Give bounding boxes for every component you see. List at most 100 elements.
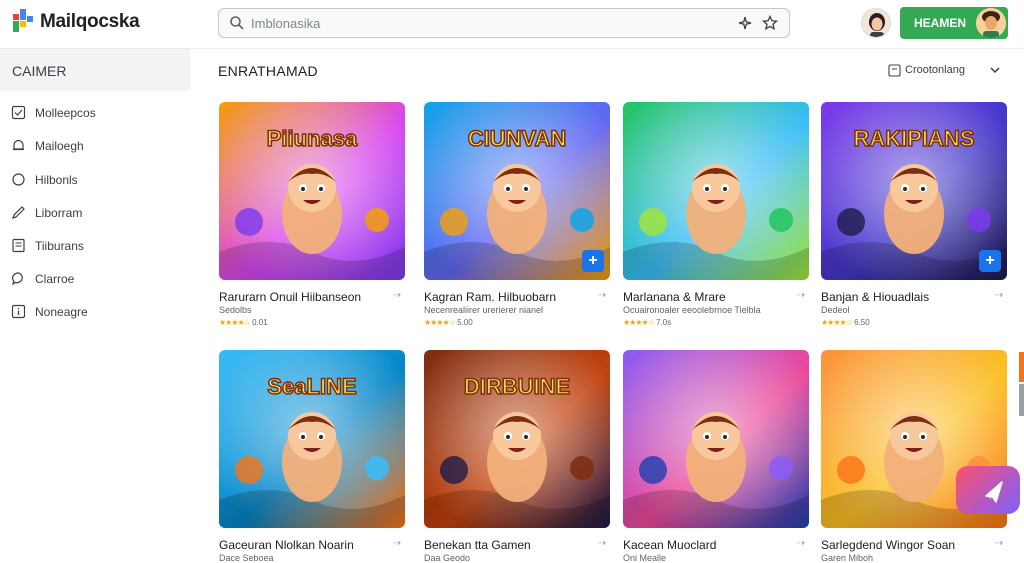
art-title: CIUNVAN: [468, 126, 567, 151]
game-thumbnail[interactable]: CIUNVAN +: [424, 102, 610, 280]
sidebar-item-1[interactable]: Molleepcos: [0, 99, 190, 127]
sort-label: Crootonlang: [905, 64, 965, 76]
game-rating: ★★★★☆ 7.0s: [623, 318, 671, 327]
game-rating: ★★★★☆ 6.50: [821, 318, 870, 327]
bell-icon: [13, 139, 24, 151]
game-artwork: [623, 350, 809, 528]
rating-value: 7.0s: [656, 318, 672, 327]
sparkle-icon[interactable]: [737, 15, 753, 31]
rating-stars: ★★★★☆: [623, 318, 655, 327]
game-title[interactable]: Kagran Ram. Hilbuobarn: [424, 290, 556, 304]
game-title[interactable]: Banjan & Hiouadlais: [821, 290, 929, 304]
art-title: Piiunasa: [267, 126, 358, 151]
send-icon: [985, 481, 1003, 503]
more-icon[interactable]: ⇢: [797, 538, 805, 549]
sidebar-item-label: Mailoegh: [35, 139, 84, 153]
rating-stars: ★★★★☆: [219, 318, 251, 327]
game-artwork: SeaLINE: [219, 350, 405, 528]
sidebar-heading-label: CAIMER: [12, 63, 67, 79]
game-artwork: [623, 102, 809, 280]
chevron-down-icon: [990, 67, 1000, 74]
game-title[interactable]: Rarurarn Onuil Hiibanseon: [219, 290, 361, 304]
game-subtitle: Dace Seboea: [219, 553, 274, 563]
search-icon: [230, 16, 244, 30]
scroll-marker[interactable]: [1019, 352, 1024, 382]
chat-icon: [11, 272, 23, 286]
game-title[interactable]: Benekan tta Gamen: [424, 538, 531, 552]
game-rating: ★★★★☆ 5.00: [424, 318, 473, 327]
more-icon[interactable]: ⇢: [598, 290, 606, 301]
search-input[interactable]: [251, 13, 731, 33]
game-thumbnail[interactable]: RAKIPIANS +: [821, 102, 1007, 280]
checklist-icon: [11, 105, 26, 120]
rating-value: 6.50: [854, 318, 870, 327]
rating-stars: ★★★★☆: [424, 318, 456, 327]
sort-dropdown[interactable]: Crootonlang: [888, 61, 1008, 81]
section-title: ENRATHAMAD: [218, 63, 318, 79]
more-icon[interactable]: ⇢: [995, 290, 1003, 301]
calendar-icon: [888, 64, 901, 77]
document-icon: [12, 238, 25, 253]
add-icon[interactable]: +: [979, 250, 1001, 272]
user-avatar[interactable]: [861, 8, 891, 38]
pen-icon: [12, 206, 25, 219]
app-name: Mailqocska: [40, 11, 140, 32]
search-bar[interactable]: [218, 8, 790, 38]
primary-action-label: HEAMEN: [914, 16, 967, 30]
primary-action-button[interactable]: HEAMEN: [900, 7, 1008, 39]
star-icon[interactable]: [762, 15, 778, 31]
add-icon[interactable]: +: [582, 250, 604, 272]
more-icon[interactable]: ⇢: [393, 290, 401, 301]
rating-stars: ★★★★☆: [821, 318, 853, 327]
more-icon[interactable]: ⇢: [797, 290, 805, 301]
game-thumbnail[interactable]: Piiunasa: [219, 102, 405, 280]
game-subtitle: Garen Miboh: [821, 553, 874, 563]
sidebar-item-label: Molleepcos: [35, 106, 96, 120]
sidebar-item-label: Hilbonls: [35, 173, 78, 187]
game-thumbnail[interactable]: [623, 102, 809, 280]
scrollbar-thumb[interactable]: [1019, 384, 1024, 416]
avatar-image: [862, 9, 890, 37]
sidebar-heading[interactable]: CAIMER: [0, 49, 190, 91]
profile-avatar[interactable]: [976, 8, 1006, 38]
profile-avatar-image: [976, 8, 1006, 38]
game-title[interactable]: Kacean Muoclard: [623, 538, 716, 552]
art-title: SeaLINE: [267, 374, 356, 399]
more-icon[interactable]: ⇢: [995, 538, 1003, 549]
game-thumbnail[interactable]: [623, 350, 809, 528]
circle-icon: [12, 173, 25, 186]
game-thumbnail[interactable]: SeaLINE: [219, 350, 405, 528]
sidebar-item-label: Tiiburans: [35, 239, 84, 253]
game-subtitle: Necenrealiirer urerierer nianel: [424, 305, 544, 315]
sidebar-item-label: Liborram: [35, 206, 83, 220]
sidebar-item-4[interactable]: Liborram: [0, 199, 190, 227]
game-thumbnail[interactable]: DIRBUINE: [424, 350, 610, 528]
game-artwork: Piiunasa: [219, 102, 405, 280]
game-title[interactable]: Sarlegdend Wingor Soan: [821, 538, 955, 552]
game-subtitle: Daa Geodo: [424, 553, 471, 563]
sidebar-item-5[interactable]: Tiiburans: [0, 232, 190, 260]
app-logo-icon: [13, 9, 33, 32]
sidebar-item-label: Clarroe: [35, 272, 75, 286]
more-icon[interactable]: ⇢: [598, 538, 606, 549]
rating-value: 0.01: [252, 318, 268, 327]
more-icon[interactable]: ⇢: [393, 538, 401, 549]
top-bar: Mailqocska HEAMEN: [0, 0, 1024, 48]
sidebar-item-6[interactable]: Clarroe: [0, 265, 190, 293]
sidebar-item-7[interactable]: Noneagre: [0, 298, 190, 326]
game-title[interactable]: Marlanana & Mrare: [623, 290, 726, 304]
sidebar-item-label: Noneagre: [35, 305, 88, 319]
game-subtitle: Ocuaironoaler eeoolebrnoe Tielbla: [623, 305, 761, 315]
art-title: RAKIPIANS: [853, 126, 974, 151]
game-subtitle: Sedolbs: [219, 305, 252, 315]
game-title[interactable]: Gaceuran Nlolkan Noarin: [219, 538, 354, 552]
floating-action-button[interactable]: [956, 466, 1020, 514]
rating-value: 5.00: [457, 318, 473, 327]
info-icon: [11, 304, 26, 319]
sidebar-item-2[interactable]: Mailoegh: [0, 132, 190, 160]
game-artwork: DIRBUINE: [424, 350, 610, 528]
sidebar: CAIMER Molleepcos Mailoegh Hilbonls Libo…: [0, 49, 190, 512]
sidebar-item-3[interactable]: Hilbonls: [0, 166, 190, 194]
art-title: DIRBUINE: [464, 374, 570, 399]
game-rating: ★★★★☆ 0.01: [219, 318, 268, 327]
